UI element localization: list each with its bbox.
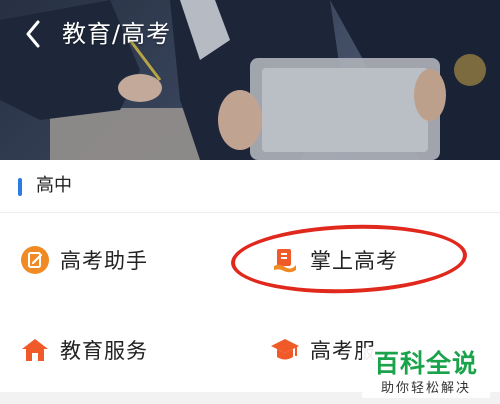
education-service-item[interactable]: 教育服务: [20, 328, 148, 372]
education-service-label: 教育服务: [60, 339, 148, 363]
zhangshang-gaokao-label: 掌上高考: [310, 249, 398, 273]
watermark-subtitle: 助你轻松解决: [380, 381, 471, 396]
gaokao-service-item[interactable]: 高考服: [270, 328, 376, 372]
section-accent-bar: [18, 178, 22, 196]
watermark-title: 百科全说: [373, 349, 478, 378]
book-hand-icon: [270, 245, 300, 275]
chevron-left-icon: [26, 20, 40, 48]
school-house-icon: [20, 335, 50, 365]
header-banner: 教育/高考: [0, 0, 500, 160]
back-button[interactable]: [16, 14, 50, 54]
edit-note-icon: [20, 245, 50, 275]
page-title: 教育/高考: [62, 20, 172, 48]
graduation-cap-icon: [270, 335, 300, 365]
gaokao-helper-item[interactable]: 高考助手: [20, 238, 148, 282]
zhangshang-gaokao-item[interactable]: 掌上高考: [270, 238, 398, 282]
watermark: 百科全说 助你轻松解决: [362, 348, 490, 398]
section-title: 高中: [36, 175, 72, 196]
section-header: 高中: [0, 160, 500, 213]
gaokao-helper-label: 高考助手: [60, 249, 148, 273]
